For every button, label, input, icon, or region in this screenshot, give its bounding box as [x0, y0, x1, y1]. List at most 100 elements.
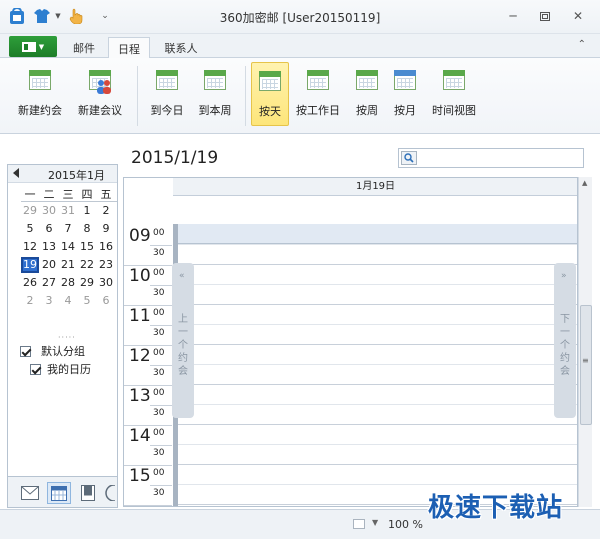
- week-view-icon: [352, 68, 382, 94]
- mini-calendar-day[interactable]: 2: [97, 203, 115, 219]
- weekday-divider: [21, 201, 117, 202]
- splitter-handle[interactable]: ·····: [58, 333, 76, 342]
- mini-calendar-day[interactable]: 20: [40, 257, 58, 273]
- hour-label: 13: [129, 386, 151, 406]
- mini-calendar-today[interactable]: 19: [21, 257, 39, 273]
- mini-calendar-day[interactable]: 27: [40, 275, 58, 291]
- go-this-week-icon: [200, 68, 230, 94]
- tab-mail[interactable]: 邮件: [64, 37, 104, 59]
- group-default[interactable]: 默认分组: [20, 342, 85, 360]
- hour-label: 14: [129, 426, 151, 446]
- file-menu-icon: [21, 41, 36, 52]
- mini-calendar-day[interactable]: 7: [59, 221, 77, 237]
- tab-schedule[interactable]: 日程: [108, 37, 150, 59]
- minute-label: 30: [153, 488, 165, 498]
- mini-calendar-day[interactable]: 4: [59, 293, 77, 309]
- mini-calendar-day[interactable]: 15: [78, 239, 96, 255]
- day-column-header[interactable]: 1月19日: [173, 178, 577, 196]
- timeline-view-icon: [439, 68, 469, 94]
- minute-label: 00: [153, 308, 165, 318]
- half-hour-tick: [150, 445, 172, 446]
- mini-calendar-day[interactable]: 29: [21, 203, 39, 219]
- minute-label: 30: [153, 448, 165, 458]
- mini-calendar-day[interactable]: 22: [78, 257, 96, 273]
- mini-calendar-day[interactable]: 1: [78, 203, 96, 219]
- mini-calendar-day[interactable]: 8: [78, 221, 96, 237]
- calendar-module-icon[interactable]: [47, 482, 71, 504]
- next-arrow-icon: »: [561, 271, 567, 281]
- mini-calendar-day[interactable]: 14: [59, 239, 77, 255]
- watermark-text: 极速下载站: [428, 493, 564, 523]
- go-this-week-button[interactable]: 到本周: [193, 62, 237, 126]
- mini-calendar-day[interactable]: 28: [59, 275, 77, 291]
- previous-month-icon[interactable]: [13, 168, 19, 178]
- zoom-view-icon[interactable]: [353, 519, 365, 529]
- new-meeting-button[interactable]: 新建会议: [73, 62, 127, 126]
- mini-calendar-day[interactable]: 5: [78, 293, 96, 309]
- group-checkbox[interactable]: [20, 345, 31, 357]
- day-view-button[interactable]: 按天: [251, 62, 289, 126]
- time-slot-line: [173, 484, 577, 485]
- mini-calendar-day[interactable]: 30: [40, 203, 58, 219]
- time-slot-grid[interactable]: [173, 244, 577, 506]
- new-appointment-label: 新建约会: [18, 104, 62, 117]
- minute-label: 30: [153, 408, 165, 418]
- mini-calendar-day[interactable]: 30: [97, 275, 115, 291]
- mini-calendar-day[interactable]: 12: [21, 239, 39, 255]
- group-label: 默认分组: [41, 345, 85, 358]
- notes-module-icon[interactable]: [76, 482, 100, 504]
- mini-calendar-day[interactable]: 9: [97, 221, 115, 237]
- mini-calendar-day[interactable]: 5: [21, 221, 39, 237]
- mini-calendar-day[interactable]: 26: [21, 275, 39, 291]
- minute-label: 00: [153, 228, 165, 238]
- schedule-scrollbar[interactable]: ▲: [578, 177, 592, 507]
- mini-calendar-day[interactable]: 3: [40, 293, 58, 309]
- mini-calendar-day[interactable]: 29: [78, 275, 96, 291]
- timeline-view-button[interactable]: 时间视图: [428, 62, 480, 126]
- mini-calendar-day[interactable]: 21: [59, 257, 77, 273]
- zoom-level[interactable]: 100 %: [388, 518, 423, 531]
- mini-calendar-day[interactable]: 6: [97, 293, 115, 309]
- minute-label: 00: [153, 428, 165, 438]
- time-slot-line: [173, 304, 577, 305]
- scrollbar-thumb[interactable]: [580, 305, 592, 425]
- tab-contacts[interactable]: 联系人: [156, 37, 206, 59]
- close-icon[interactable]: ✕: [570, 9, 586, 23]
- mini-calendar-day[interactable]: 6: [40, 221, 58, 237]
- mini-calendar-day[interactable]: 13: [40, 239, 58, 255]
- workweek-view-button[interactable]: 按工作日: [295, 62, 341, 126]
- hour-label: 15: [129, 466, 151, 486]
- hour-label: 12: [129, 346, 151, 366]
- collapse-ribbon-icon[interactable]: ⌃: [578, 39, 586, 50]
- calendar-my[interactable]: 我的日历: [30, 360, 91, 378]
- mini-calendar-day[interactable]: 16: [97, 239, 115, 255]
- search-input[interactable]: [398, 148, 584, 168]
- hour-label: 11: [129, 306, 151, 326]
- left-panel: 2015年1月 一二三四五 29 30 31 1 2 5 6 7 8 9 12 13 14 15 16 19 20…: [7, 164, 118, 507]
- week-view-button[interactable]: 按周: [350, 62, 384, 126]
- month-view-icon: [390, 68, 420, 94]
- go-today-button[interactable]: 到今日: [145, 62, 189, 126]
- zoom-dropdown-icon[interactable]: ▼: [372, 518, 378, 527]
- file-menu-button[interactable]: ▼: [9, 36, 57, 57]
- more-modules-icon[interactable]: [101, 482, 117, 504]
- search-icon[interactable]: [401, 151, 417, 165]
- next-appointment-tab[interactable]: » 下一个约会: [554, 263, 576, 418]
- time-slot-line: [173, 404, 577, 405]
- mini-calendar-day[interactable]: 23: [97, 257, 115, 273]
- time-ruler: 09 00 30 10 00 30 11 00 30 12 00 30 13 00 30 14 00 30 15 00…: [124, 224, 173, 506]
- scroll-up-icon[interactable]: ▲: [582, 179, 587, 187]
- mini-calendar-day[interactable]: 31: [59, 203, 77, 219]
- month-view-button[interactable]: 按月: [388, 62, 422, 126]
- calendar-checkbox[interactable]: [30, 363, 41, 375]
- mail-module-icon[interactable]: [18, 482, 42, 504]
- minimize-icon[interactable]: ─: [505, 9, 521, 23]
- restore-icon[interactable]: [537, 9, 553, 23]
- month-view-label: 按月: [394, 104, 416, 117]
- new-appointment-button[interactable]: 新建约会: [14, 62, 66, 126]
- all-day-row[interactable]: [173, 224, 577, 244]
- minute-label: 00: [153, 388, 165, 398]
- minute-label: 30: [153, 288, 165, 298]
- previous-appointment-tab[interactable]: « 上一个约会: [172, 263, 194, 418]
- mini-calendar-day[interactable]: 2: [21, 293, 39, 309]
